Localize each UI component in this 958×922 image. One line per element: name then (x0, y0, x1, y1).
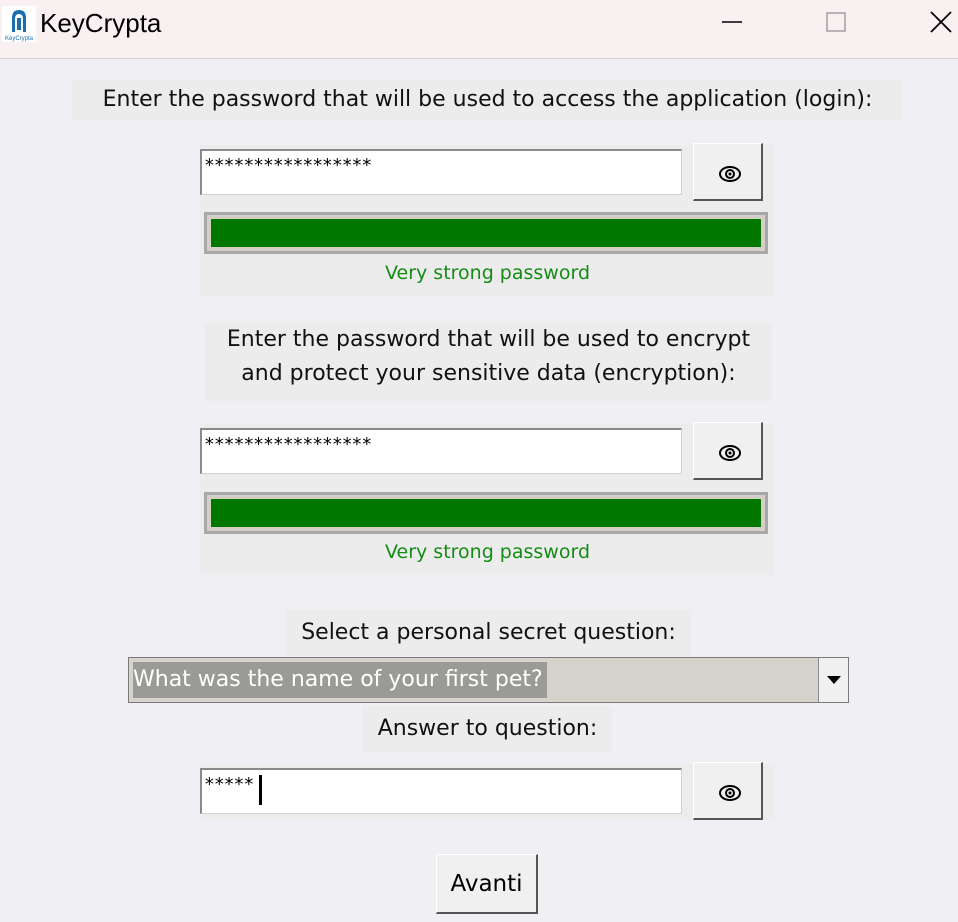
svg-text:KeyCrypta: KeyCrypta (5, 36, 34, 42)
keycrypta-logo-icon: KeyCrypta (2, 6, 36, 42)
window-title: KeyCrypta (40, 8, 162, 38)
encryption-strength-fill (211, 499, 761, 527)
maximize-icon (826, 12, 846, 32)
close-icon (930, 11, 952, 33)
encryption-strength-bar (204, 492, 768, 534)
maximize-button[interactable] (812, 0, 858, 48)
title-bar: KeyCrypta KeyCrypta (0, 0, 958, 59)
minimize-icon (722, 21, 742, 23)
login-password-label: Enter the password that will be used to … (72, 80, 903, 120)
encryption-label-line1: Enter the password that will be used to … (226, 327, 751, 352)
login-strength-label: Very strong password (384, 262, 591, 284)
login-strength-fill (211, 219, 761, 247)
answer-input[interactable]: ***** (200, 768, 682, 814)
secret-question-label: Select a personal secret question: (286, 610, 691, 656)
login-strength-bar (204, 212, 768, 254)
secret-question-selected: What was the name of your first pet? (133, 662, 547, 698)
encryption-password-input[interactable]: ***************** (200, 428, 682, 474)
login-show-password-button[interactable] (693, 143, 763, 201)
eye-icon (719, 445, 741, 461)
minimize-button[interactable] (708, 0, 754, 48)
eye-icon (719, 785, 741, 801)
next-button[interactable]: Avanti (436, 854, 538, 914)
eye-icon (719, 166, 741, 182)
encryption-strength-label: Very strong password (384, 541, 591, 563)
secret-question-select[interactable]: What was the name of your first pet? (128, 657, 849, 703)
encryption-show-password-button[interactable] (693, 422, 763, 480)
encryption-password-label: Enter the password that will be used to … (205, 323, 772, 401)
answer-show-button[interactable] (693, 762, 763, 820)
answer-value: ***** (204, 774, 254, 795)
triangle-down-icon (827, 676, 841, 684)
text-cursor (259, 775, 262, 805)
encryption-label-line2: and protect your sensitive data (encrypt… (241, 361, 736, 386)
answer-label: Answer to question: (363, 706, 612, 752)
close-button[interactable] (918, 0, 958, 48)
login-password-input[interactable]: ***************** (200, 149, 682, 195)
dropdown-toggle[interactable] (818, 658, 848, 702)
